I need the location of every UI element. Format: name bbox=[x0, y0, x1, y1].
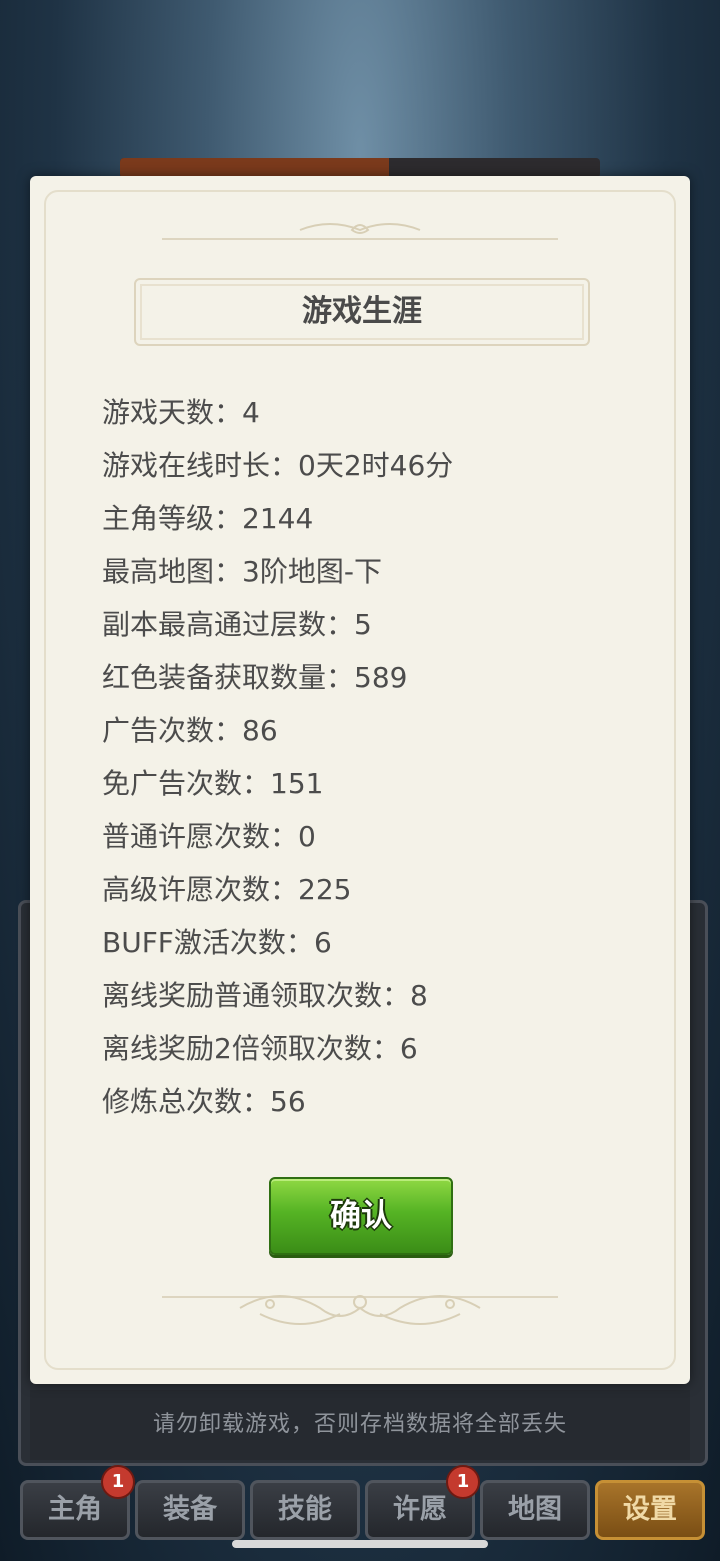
stat-value: 6 bbox=[313, 926, 332, 959]
nav-tab-equipment[interactable]: 装备 bbox=[135, 1480, 245, 1540]
nav-tab-label: 装备 bbox=[163, 1494, 217, 1525]
nav-tab-label: 设置 bbox=[623, 1494, 677, 1525]
stat-item: BUFF激活次数：6 bbox=[102, 926, 332, 959]
nav-tab-label: 许愿 bbox=[393, 1494, 447, 1525]
stat-value: 6 bbox=[399, 1032, 418, 1065]
stat-label: 最高地图 bbox=[102, 555, 215, 588]
career-stats-list: 游戏天数：4 游戏在线时长：0天2时46分 主角等级：2144 最高地图：3阶地… bbox=[102, 386, 662, 1128]
home-indicator bbox=[232, 1540, 488, 1548]
nav-tab-settings[interactable]: 设置 bbox=[595, 1480, 705, 1540]
stat-item: 离线奖励2倍领取次数：6 bbox=[102, 1032, 418, 1065]
stat-item: 离线奖励普通领取次数：8 bbox=[102, 979, 428, 1012]
stat-value: 5 bbox=[354, 608, 372, 641]
stat-label: 高级许愿次数 bbox=[102, 873, 271, 906]
stat-label: BUFF激活次数 bbox=[102, 926, 286, 959]
bottom-flourish-icon bbox=[220, 1280, 500, 1340]
stat-value: 151 bbox=[270, 767, 324, 800]
stat-label: 普通许愿次数 bbox=[102, 820, 271, 853]
stat-item: 主角等级：2144 bbox=[102, 502, 314, 535]
stat-item: 最高地图：3阶地图-下 bbox=[102, 555, 382, 588]
nav-tab-skills[interactable]: 技能 bbox=[250, 1480, 360, 1540]
stat-value: 0天2时46分 bbox=[298, 449, 454, 482]
stat-label: 游戏天数 bbox=[102, 396, 215, 429]
stat-label: 离线奖励2倍领取次数 bbox=[102, 1032, 372, 1065]
stat-item: 广告次数：86 bbox=[102, 714, 278, 747]
stat-item: 红色装备获取数量：589 bbox=[102, 661, 408, 694]
nav-tab-map[interactable]: 地图 bbox=[480, 1480, 590, 1540]
dialog-title: 游戏生涯 bbox=[134, 278, 590, 346]
stat-label: 红色装备获取数量 bbox=[102, 661, 327, 694]
notification-badge: 1 bbox=[446, 1465, 480, 1499]
bottom-nav: 主角 1 装备 技能 许愿 1 地图 设置 bbox=[0, 1465, 720, 1544]
stat-item: 高级许愿次数：225 bbox=[102, 873, 352, 906]
notification-badge: 1 bbox=[101, 1465, 135, 1499]
stat-value: 2144 bbox=[242, 502, 314, 535]
stat-label: 离线奖励普通领取次数 bbox=[102, 979, 383, 1012]
career-dialog: 游戏生涯 游戏天数：4 游戏在线时长：0天2时46分 主角等级：2144 最高地… bbox=[30, 176, 690, 1384]
stat-item: 普通许愿次数：0 bbox=[102, 820, 316, 853]
nav-tab-hero[interactable]: 主角 1 bbox=[20, 1465, 135, 1540]
top-flourish-icon bbox=[290, 216, 430, 246]
stat-value: 56 bbox=[270, 1085, 306, 1118]
stat-label: 主角等级 bbox=[102, 502, 215, 535]
stat-item: 游戏在线时长：0天2时46分 bbox=[102, 449, 454, 482]
nav-tab-label: 主角 bbox=[48, 1494, 102, 1525]
nav-tab-label: 技能 bbox=[278, 1494, 332, 1525]
stat-label: 副本最高通过层数 bbox=[102, 608, 327, 641]
background-progress-fill bbox=[120, 158, 389, 178]
stat-item: 副本最高通过层数：5 bbox=[102, 608, 372, 641]
uninstall-warning-notice: 请勿卸载游戏，否则存档数据将全部丢失 bbox=[30, 1390, 690, 1460]
stat-value: 86 bbox=[242, 714, 278, 747]
confirm-button[interactable]: 确认 bbox=[269, 1177, 453, 1255]
stat-value: 3阶地图-下 bbox=[242, 555, 382, 588]
background-progress-bar bbox=[120, 158, 600, 178]
stat-value: 4 bbox=[242, 396, 260, 429]
stat-value: 589 bbox=[354, 661, 408, 694]
stat-label: 广告次数 bbox=[102, 714, 215, 747]
stat-label: 游戏在线时长 bbox=[102, 449, 271, 482]
stat-item: 修炼总次数：56 bbox=[102, 1085, 306, 1118]
nav-tab-label: 地图 bbox=[508, 1494, 562, 1525]
stat-value: 0 bbox=[298, 820, 316, 853]
stat-label: 免广告次数 bbox=[102, 767, 243, 800]
stat-item: 免广告次数：151 bbox=[102, 767, 324, 800]
stat-value: 8 bbox=[410, 979, 428, 1012]
stat-label: 修炼总次数 bbox=[102, 1085, 243, 1118]
stat-value: 225 bbox=[298, 873, 352, 906]
stat-item: 游戏天数：4 bbox=[102, 396, 260, 429]
nav-tab-wish[interactable]: 许愿 1 bbox=[365, 1465, 480, 1540]
